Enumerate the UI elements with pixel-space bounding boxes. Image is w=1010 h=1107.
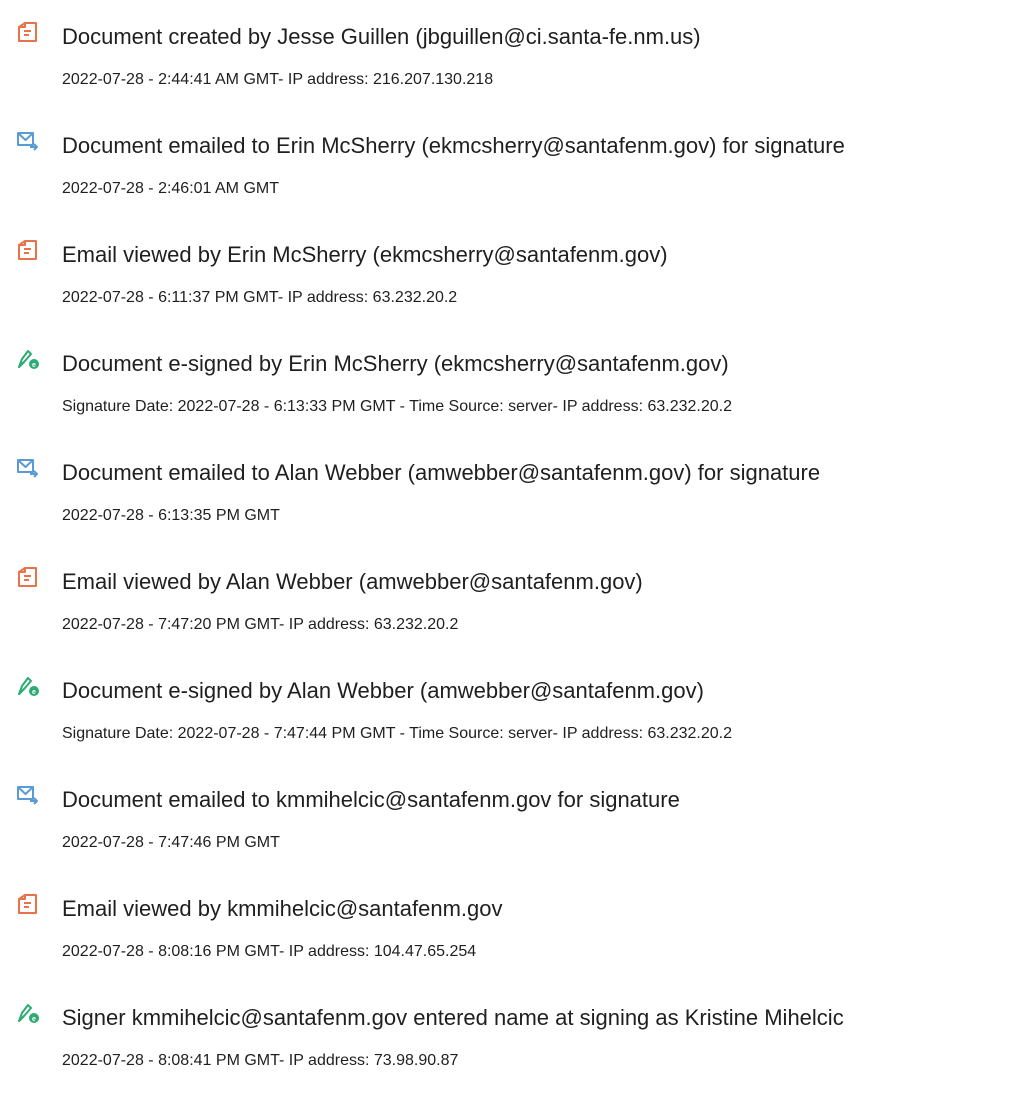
audit-entry-5: Document emailed to Alan Webber (amwebbe… (0, 448, 1010, 538)
e-sign-pen-icon: e (16, 1002, 40, 1024)
entry-title: Email viewed by Erin McSherry (ekmcsherr… (62, 242, 668, 267)
audit-entry-7: e Document e-signed by Alan Webber (amwe… (0, 666, 1010, 756)
document-icon (16, 239, 40, 261)
entry-detail: 2022-07-28 - 8:08:16 PM GMT- IP address:… (62, 943, 477, 960)
entry-detail: 2022-07-28 - 2:44:41 AM GMT- IP address:… (62, 71, 494, 88)
document-icon (16, 21, 40, 43)
audit-entry-6: Email viewed by Alan Webber (amwebber@sa… (0, 557, 1010, 647)
entry-title: Document created by Jesse Guillen (jbgui… (62, 24, 701, 49)
document-icon (16, 893, 40, 915)
e-sign-pen-icon: e (16, 675, 40, 697)
entry-title: Signer kmmihelcic@santafenm.gov entered … (62, 1005, 844, 1030)
entry-detail: 2022-07-28 - 6:11:37 PM GMT- IP address:… (62, 289, 458, 306)
entry-title: Email viewed by kmmihelcic@santafenm.gov (62, 896, 503, 921)
document-icon (16, 566, 40, 588)
entry-title: Email viewed by Alan Webber (amwebber@sa… (62, 569, 643, 594)
entry-title: Document e-signed by Alan Webber (amwebb… (62, 678, 704, 703)
entry-detail: 2022-07-28 - 7:47:20 PM GMT- IP address:… (62, 616, 459, 633)
email-sent-icon (16, 130, 40, 152)
entry-detail: 2022-07-28 - 7:47:46 PM GMT (62, 834, 280, 851)
audit-entry-9: Email viewed by kmmihelcic@santafenm.gov… (0, 884, 1010, 974)
entry-detail: 2022-07-28 - 6:13:35 PM GMT (62, 507, 280, 524)
e-sign-pen-icon: e (16, 348, 40, 370)
audit-entry-1: Document created by Jesse Guillen (jbgui… (0, 12, 1010, 102)
audit-entry-8: Document emailed to kmmihelcic@santafenm… (0, 775, 1010, 865)
entry-detail: Signature Date: 2022-07-28 - 7:47:44 PM … (62, 725, 732, 742)
entry-title: Document emailed to Alan Webber (amwebbe… (62, 460, 821, 485)
svg-text:e: e (32, 689, 36, 696)
entry-title: Document e-signed by Erin McSherry (ekmc… (62, 351, 729, 376)
email-sent-icon (16, 784, 40, 806)
audit-entry-3: Email viewed by Erin McSherry (ekmcsherr… (0, 230, 1010, 320)
audit-entry-10: e Signer kmmihelcic@santafenm.gov entere… (0, 993, 1010, 1083)
svg-text:e: e (32, 1016, 36, 1023)
entry-title: Document emailed to Erin McSherry (ekmcs… (62, 133, 845, 158)
email-sent-icon (16, 457, 40, 479)
svg-text:e: e (32, 362, 36, 369)
audit-entry-4: e Document e-signed by Erin McSherry (ek… (0, 339, 1010, 429)
entry-title: Document emailed to kmmihelcic@santafenm… (62, 787, 680, 812)
entry-detail: 2022-07-28 - 8:08:41 PM GMT- IP address:… (62, 1052, 459, 1069)
audit-entry-2: Document emailed to Erin McSherry (ekmcs… (0, 121, 1010, 211)
entry-detail: 2022-07-28 - 2:46:01 AM GMT (62, 180, 279, 197)
entry-detail: Signature Date: 2022-07-28 - 6:13:33 PM … (62, 398, 732, 415)
